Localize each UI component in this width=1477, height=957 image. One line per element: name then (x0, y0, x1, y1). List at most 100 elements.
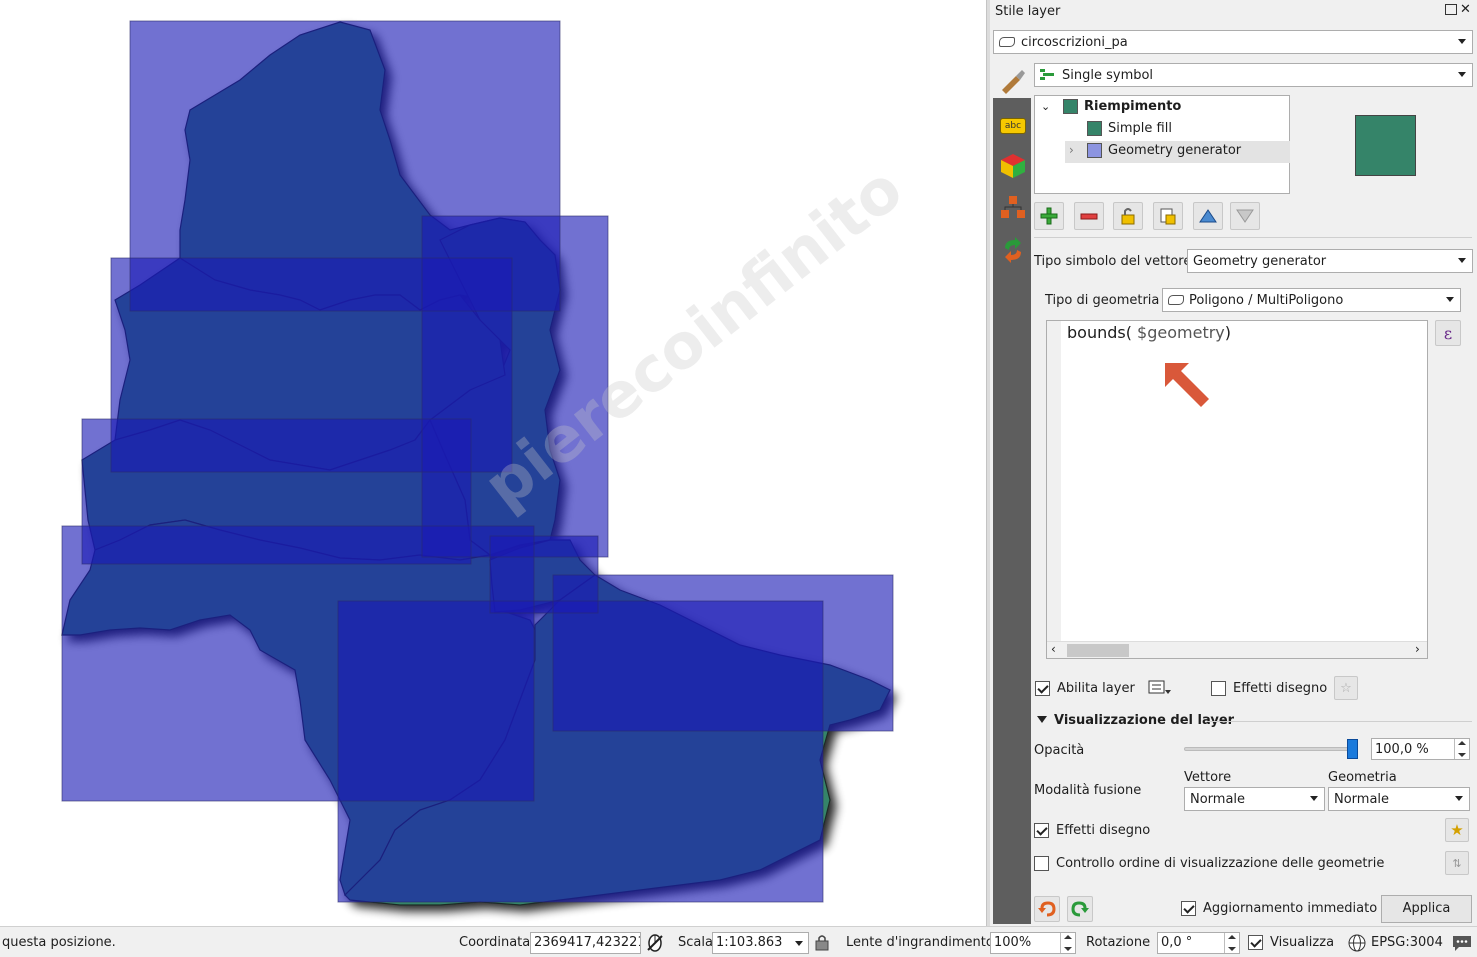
renderer-select-value: Single symbol (1062, 67, 1154, 83)
enable-layer-checkbox[interactable] (1035, 681, 1050, 696)
coordinate-label: Coordinata (459, 935, 531, 950)
opacity-slider-handle[interactable] (1347, 739, 1358, 759)
magnifier-label: Lente d'ingrandimento (846, 935, 994, 950)
lock-layer-button[interactable] (1113, 202, 1143, 230)
layer-select[interactable]: circoscrizioni_pa (993, 30, 1473, 54)
chevron-down-icon[interactable]: ⌄ (1041, 100, 1050, 113)
tree-item-root[interactable]: Riempimento (1063, 99, 1181, 114)
chevron-down-icon (1446, 297, 1454, 302)
opacity-value: 100,0 % (1375, 742, 1429, 757)
status-bar: questa posizione. Coordinata 2369417,423… (0, 926, 1477, 957)
expression-text: bounds( $geometry) (1067, 323, 1231, 342)
fill-swatch-icon (1087, 121, 1102, 136)
map-canvas[interactable]: pierecoinfinito (0, 0, 986, 926)
3d-view-tab-icon[interactable] (997, 150, 1029, 182)
symbol-layer-type-label: Tipo simbolo del vettore (1034, 254, 1192, 269)
blend-vector-select[interactable]: Normale (1184, 787, 1325, 811)
blend-vector-label: Vettore (1184, 770, 1232, 785)
render-checkbox[interactable] (1248, 935, 1263, 950)
symbol-layer-type-value: Geometry generator (1193, 253, 1327, 269)
lock-scale-icon[interactable] (815, 934, 829, 951)
close-panel-icon[interactable]: ✕ (1460, 2, 1471, 17)
magnifier-value: 100% (994, 935, 1032, 950)
live-update-checkbox[interactable] (1181, 901, 1196, 916)
blend-mode-label: Modalità fusione (1034, 783, 1142, 798)
blend-geometry-value: Normale (1334, 791, 1390, 807)
undo-button[interactable] (1034, 896, 1060, 922)
apply-button[interactable]: Applica (1381, 895, 1472, 923)
tree-item-simple-fill-label: Simple fill (1108, 121, 1172, 136)
tree-item-simple-fill[interactable]: Simple fill (1087, 121, 1172, 136)
float-panel-icon[interactable] (1445, 4, 1457, 15)
expression-function: bounds( (1067, 323, 1138, 342)
rotation-field[interactable]: 0,0 ° (1157, 932, 1240, 954)
chevron-down-icon (1455, 796, 1463, 801)
editor-hscrollbar[interactable]: ‹ › (1047, 641, 1427, 658)
scroll-left-icon[interactable]: ‹ (1051, 642, 1056, 656)
expression-editor[interactable]: bounds( $geometry) ‹ › (1046, 320, 1428, 659)
tree-item-geometry-generator[interactable]: Geometry generator (1087, 143, 1241, 158)
divider (1034, 237, 1472, 238)
draw-effects-label: Effetti disegno (1233, 681, 1328, 696)
data-defined-override-icon[interactable] (1148, 678, 1172, 698)
renderer-select[interactable]: Single symbol (1034, 63, 1473, 87)
diagram-tab-icon[interactable] (997, 192, 1029, 224)
globe-icon[interactable] (1348, 934, 1366, 952)
chevron-down-icon (1458, 39, 1466, 44)
geometry-type-select[interactable]: Poligono / MultiPoligono (1162, 288, 1461, 312)
expression-close: ) (1224, 323, 1232, 342)
spin-arrows-icon[interactable] (1224, 933, 1239, 953)
mouse-pointer-toggle-icon[interactable] (645, 932, 665, 952)
effects-checkbox[interactable] (1034, 823, 1049, 838)
scroll-thumb[interactable] (1067, 644, 1129, 657)
effects-label: Effetti disegno (1056, 823, 1151, 838)
chevron-down-icon (1458, 72, 1466, 77)
magnifier-field[interactable]: 100% (990, 932, 1076, 954)
expression-builder-button[interactable]: ε (1435, 320, 1461, 346)
polygon-layer-icon (999, 37, 1015, 47)
remove-symbol-layer-button[interactable] (1074, 202, 1104, 230)
tree-item-root-label: Riempimento (1084, 99, 1182, 114)
labels-tab-icon[interactable]: abc (997, 110, 1029, 142)
spin-arrows-icon[interactable] (1454, 739, 1469, 759)
draw-effects-checkbox[interactable] (1211, 681, 1226, 696)
history-tab-icon[interactable] (997, 234, 1029, 266)
scale-label: Scala (678, 935, 713, 950)
coordinate-field[interactable]: 2369417,4232212 (530, 932, 641, 954)
symbol-preview (1355, 115, 1416, 176)
enable-layer-label: Abilita layer (1057, 681, 1135, 696)
symbology-tab-icon[interactable] (993, 66, 1031, 98)
add-symbol-layer-button[interactable] (1034, 202, 1064, 230)
section-divider (1207, 721, 1472, 722)
duplicate-layer-button[interactable] (1153, 202, 1183, 230)
expression-variable: $geometry (1137, 323, 1225, 342)
scale-field[interactable]: 1:103.863 (712, 932, 809, 954)
opacity-spinbox[interactable]: 100,0 % (1371, 738, 1470, 760)
render-label: Visualizza (1270, 935, 1335, 950)
move-down-button[interactable] (1230, 202, 1260, 230)
rotation-label: Rotazione (1086, 935, 1151, 950)
effects-star-icon[interactable]: ★ (1445, 818, 1469, 842)
status-message: questa posizione. (2, 935, 116, 950)
polygon-icon (1168, 295, 1184, 305)
geometry-type-label: Tipo di geometria (1045, 293, 1160, 308)
collapse-section-icon[interactable] (1037, 716, 1047, 723)
scroll-right-icon[interactable]: › (1415, 642, 1420, 656)
messages-icon[interactable] (1451, 933, 1473, 953)
move-up-button[interactable] (1193, 202, 1223, 230)
opacity-slider-track[interactable] (1184, 747, 1358, 751)
chevron-right-icon[interactable]: › (1069, 143, 1074, 157)
style-tab-strip: abc (993, 66, 1031, 924)
order-control-checkbox[interactable] (1034, 856, 1049, 871)
chevron-down-icon (1458, 258, 1466, 263)
layer-select-value: circoscrizioni_pa (1021, 34, 1128, 50)
draw-effects-star-icon[interactable]: ☆ (1334, 676, 1358, 700)
tree-item-geometry-generator-label: Geometry generator (1108, 143, 1242, 158)
spin-arrows-icon[interactable] (1060, 933, 1075, 953)
symbol-layer-type-select[interactable]: Geometry generator (1187, 249, 1473, 273)
blend-geometry-select[interactable]: Normale (1328, 787, 1470, 811)
crs-label[interactable]: EPSG:3004 (1371, 935, 1443, 950)
order-by-icon[interactable]: ⇅ (1445, 851, 1469, 875)
layer-styling-panel: Stile layer ✕ circoscrizioni_pa abc Sing… (990, 0, 1477, 926)
redo-button[interactable] (1067, 896, 1093, 922)
